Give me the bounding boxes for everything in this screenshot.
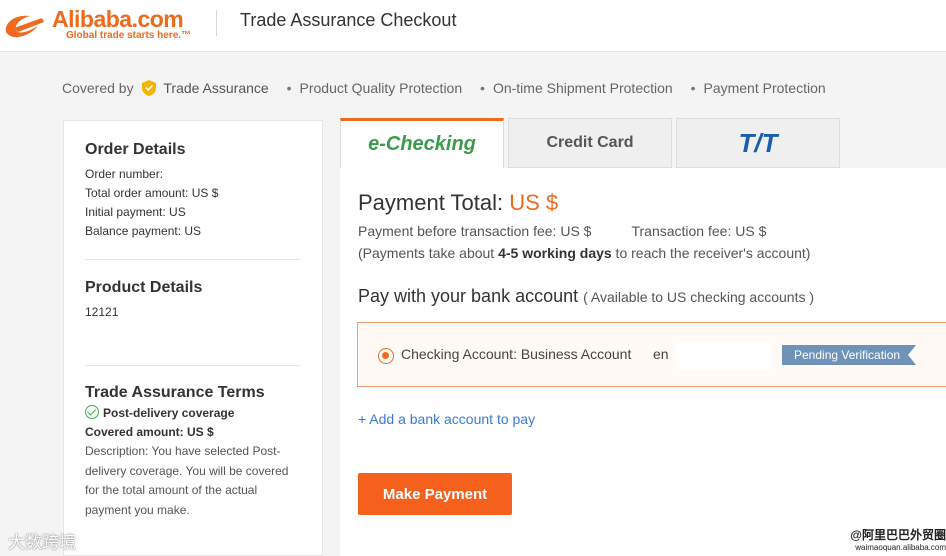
tab-tt-label: T/T	[738, 128, 778, 158]
protection-quality: Product Quality Protection	[287, 80, 463, 96]
covered-by-label: Covered by	[62, 80, 134, 97]
tab-tt[interactable]: T/T	[676, 118, 840, 168]
add-bank-account-link[interactable]: + Add a bank account to pay	[358, 411, 535, 427]
coverage-label: Post-delivery coverage	[103, 406, 235, 420]
page-title: Trade Assurance Checkout	[240, 10, 457, 30]
tab-e-checking-label: e-Checking	[368, 133, 476, 155]
bank-heading: Pay with your bank account ( Available t…	[358, 286, 814, 307]
initial-payment: Initial payment: US	[85, 205, 186, 219]
processing-days: 4-5 working days	[498, 245, 612, 261]
watermark-right-top: @阿里巴巴外贸圈	[850, 528, 946, 542]
coverage-row: Post-delivery coverage	[85, 404, 305, 423]
order-details-section: Order Details Order number: Total order …	[85, 141, 305, 241]
balance-payment: Balance payment: US	[85, 224, 202, 238]
watermark-right: @阿里巴巴外贸圈 waimaoquan.alibaba.com	[838, 526, 946, 552]
total-order-amount: Total order amount: US $	[85, 186, 219, 200]
payment-total: Payment Total: US $	[358, 190, 558, 216]
alibaba-logo-icon	[5, 15, 44, 38]
order-summary-panel: Order Details Order number: Total order …	[63, 120, 323, 556]
protection-bar: Covered by Trade Assurance Product Quali…	[62, 79, 826, 99]
protection-shipment: On-time Shipment Protection	[480, 80, 673, 96]
product-details-title: Product Details	[85, 279, 203, 296]
section-divider	[85, 365, 300, 366]
trade-assurance-shield-icon	[142, 80, 157, 97]
trade-terms-title: Trade Assurance Terms	[85, 384, 265, 401]
status-badge: Pending Verification	[782, 345, 917, 365]
account-radio[interactable]	[378, 348, 394, 364]
header-divider	[216, 10, 217, 36]
account-name: en	[653, 346, 669, 362]
covered-amount: Covered amount: US $	[85, 425, 214, 439]
order-number: Order number:	[85, 167, 164, 181]
make-payment-button[interactable]: Make Payment	[358, 473, 512, 515]
processing-note: (Payments take about 4-5 working days to…	[358, 245, 811, 261]
check-circle-icon	[85, 405, 99, 419]
logo-text: Alibaba.com	[52, 6, 184, 32]
payment-total-amount: US $	[509, 190, 559, 215]
product-details-value: 12121	[85, 305, 119, 319]
product-details-section: Product Details 12121	[85, 279, 305, 322]
tab-e-checking[interactable]: e-Checking	[340, 118, 504, 170]
fee-line: Payment before transaction fee: US $ Tran…	[358, 223, 766, 239]
bank-heading-label: Pay with your bank account	[358, 286, 579, 306]
redacted-area	[676, 343, 771, 369]
protection-payment: Payment Protection	[691, 80, 825, 96]
payment-total-label: Payment Total:	[358, 190, 504, 215]
page-header: Alibaba.com Global trade starts here.™ T…	[0, 0, 946, 52]
bank-account-option[interactable]: Checking Account: Business Account en Pe…	[357, 322, 946, 387]
payment-panel: Payment Total: US $ Payment before trans…	[340, 168, 946, 556]
transaction-fee-label: Transaction fee: US $	[631, 223, 767, 239]
section-divider	[85, 259, 300, 260]
watermark-right-bottom: waimaoquan.alibaba.com	[855, 543, 946, 552]
order-details-title: Order Details	[85, 141, 186, 158]
logo-tagline: Global trade starts here.™	[66, 30, 192, 41]
trade-terms-section: Trade Assurance Terms Post-delivery cove…	[85, 384, 305, 520]
trade-assurance-label: Trade Assurance	[163, 80, 269, 97]
account-label: Checking Account: Business Account	[401, 346, 632, 362]
coverage-description: Description: You have selected Post-deli…	[85, 444, 289, 517]
watermark-left: 大数跨境	[8, 533, 76, 552]
alibaba-logo[interactable]: Alibaba.com Global trade starts here.™	[0, 4, 210, 48]
fee-before-label: Payment before transaction fee: US $	[358, 223, 592, 239]
tab-credit-card[interactable]: Credit Card	[508, 118, 672, 168]
bank-heading-sub: ( Available to US checking accounts )	[583, 289, 815, 305]
tab-credit-card-label: Credit Card	[546, 134, 634, 151]
